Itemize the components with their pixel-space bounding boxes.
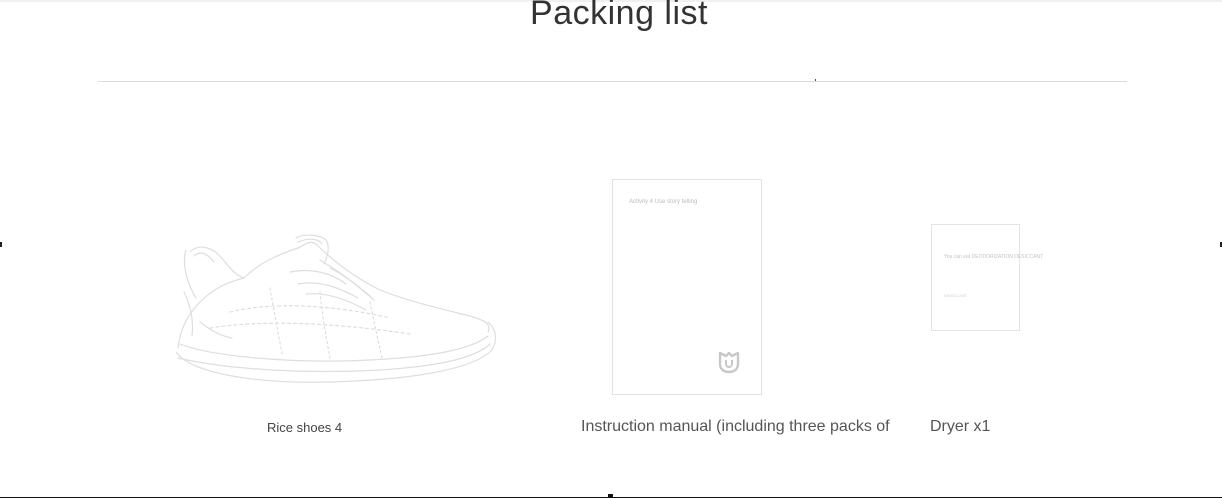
manual-cover-text: Activity 4 Use story telling <box>629 199 698 205</box>
manual-booklet-icon: Activity 4 Use story telling <box>612 179 762 395</box>
item-caption-dryer: Dryer x1 <box>930 418 991 435</box>
sneaker-outline-icon <box>175 234 497 383</box>
dryer-card-text: You can eat DEODORIZATION DESICCANT <box>944 254 1044 260</box>
dryer-card-icon: You can eat DEODORIZATION DESICCANT DESI… <box>931 224 1043 331</box>
item-caption-shoes: Rice shoes 4 <box>267 420 343 435</box>
title-divider <box>98 81 1127 82</box>
divider-dot <box>815 79 816 81</box>
packing-list-page: Packing list Activity 4 Use story tellin… <box>0 0 1222 498</box>
page-title: Packing list <box>530 0 708 32</box>
left-edge-mark <box>0 242 2 247</box>
item-caption-manual: Instruction manual (including three pack… <box>581 418 890 435</box>
mijia-logo-icon <box>718 351 740 374</box>
dryer-card-subtext: DESICCANT <box>944 293 968 298</box>
